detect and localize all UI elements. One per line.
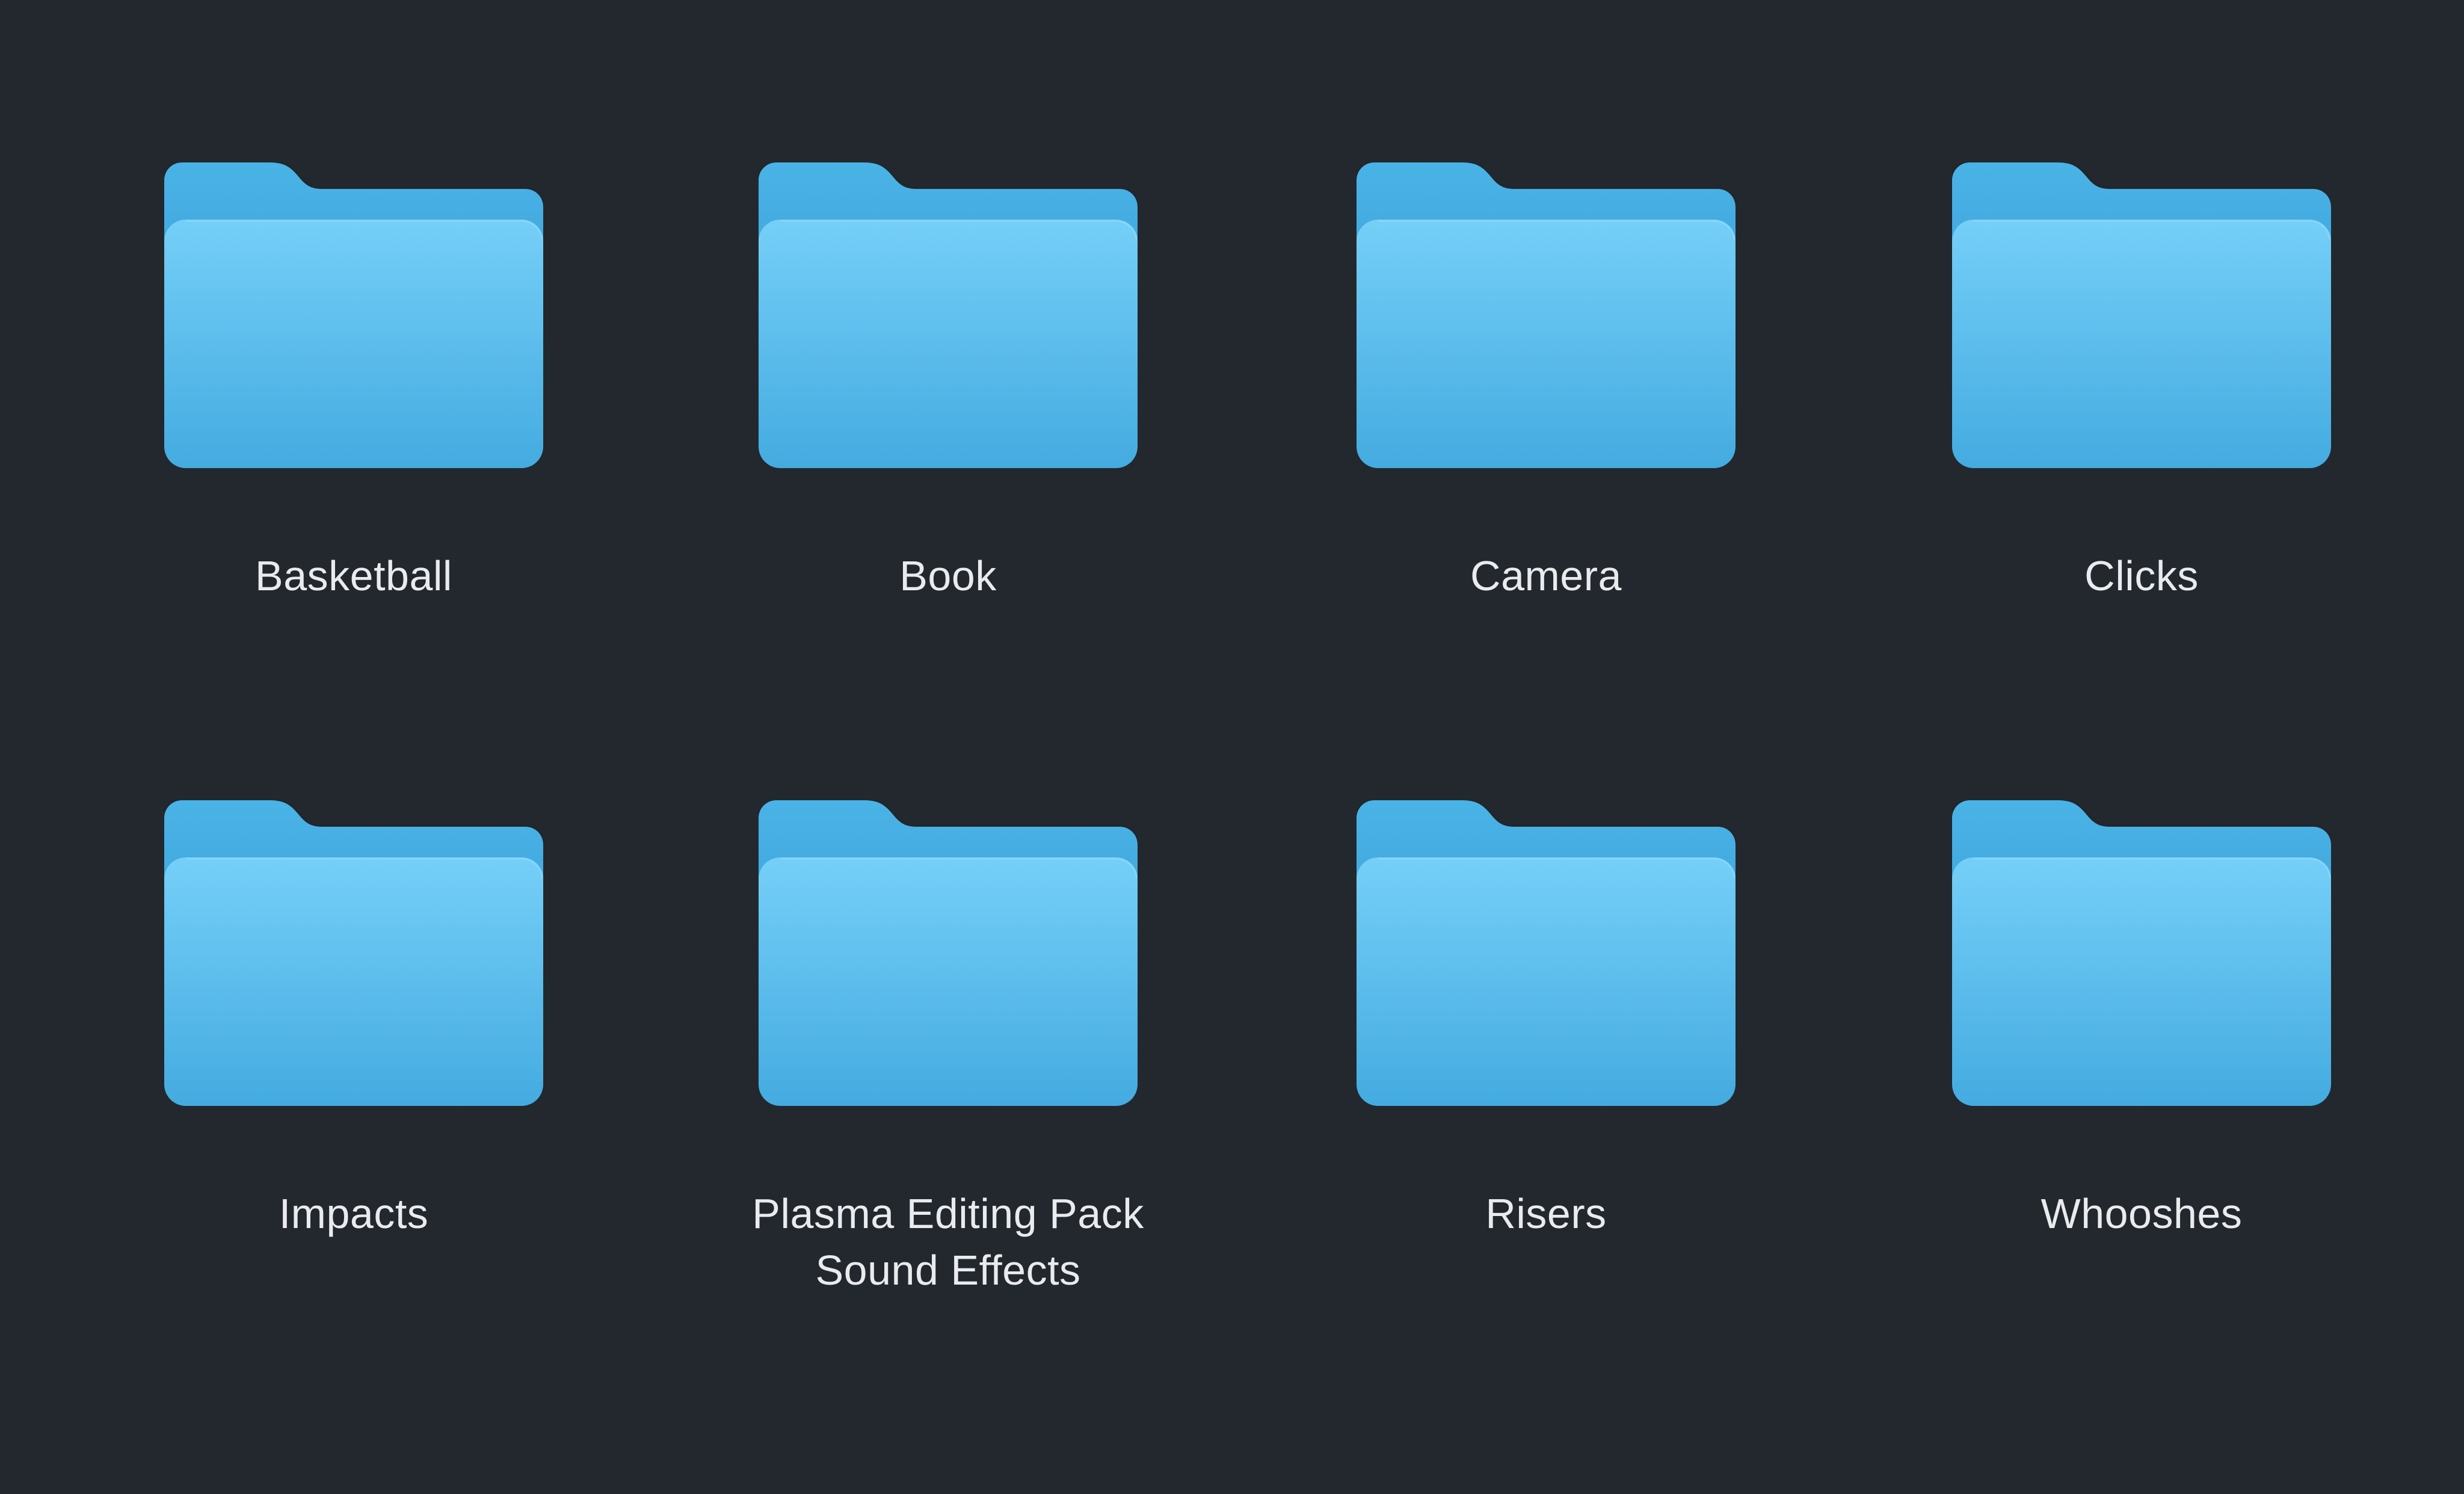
folder-label: Basketball	[255, 552, 452, 599]
folder-icon	[164, 162, 543, 469]
folder-impacts[interactable]: Impacts	[83, 800, 624, 1342]
folder-icon	[1357, 800, 1736, 1107]
folder-grid: Basketball Book Camera Clicks Impacts Pl…	[0, 0, 2464, 1494]
folder-label: Impacts	[279, 1190, 429, 1237]
folder-icon	[1357, 162, 1736, 469]
folder-label: Clicks	[2084, 552, 2199, 599]
folder-label: Plasma Editing Pack Sound Effects	[752, 1190, 1144, 1294]
folder-basketball[interactable]: Basketball	[83, 162, 624, 704]
folder-icon	[164, 800, 543, 1107]
folder-plasma-editing-pack[interactable]: Plasma Editing Pack Sound Effects	[677, 800, 1219, 1342]
folder-clicks[interactable]: Clicks	[1871, 162, 2412, 704]
folder-label: Whooshes	[2040, 1190, 2243, 1237]
folder-camera[interactable]: Camera	[1275, 162, 1817, 704]
folder-label: Camera	[1470, 552, 1622, 599]
folder-label: Risers	[1485, 1190, 1607, 1237]
folder-icon	[1952, 800, 2331, 1107]
folder-icon	[1952, 162, 2331, 469]
folder-book[interactable]: Book	[677, 162, 1219, 704]
folder-risers[interactable]: Risers	[1275, 800, 1817, 1342]
folder-whooshes[interactable]: Whooshes	[1871, 800, 2412, 1342]
folder-icon	[759, 800, 1138, 1107]
folder-icon	[759, 162, 1138, 469]
folder-label: Book	[899, 552, 997, 599]
